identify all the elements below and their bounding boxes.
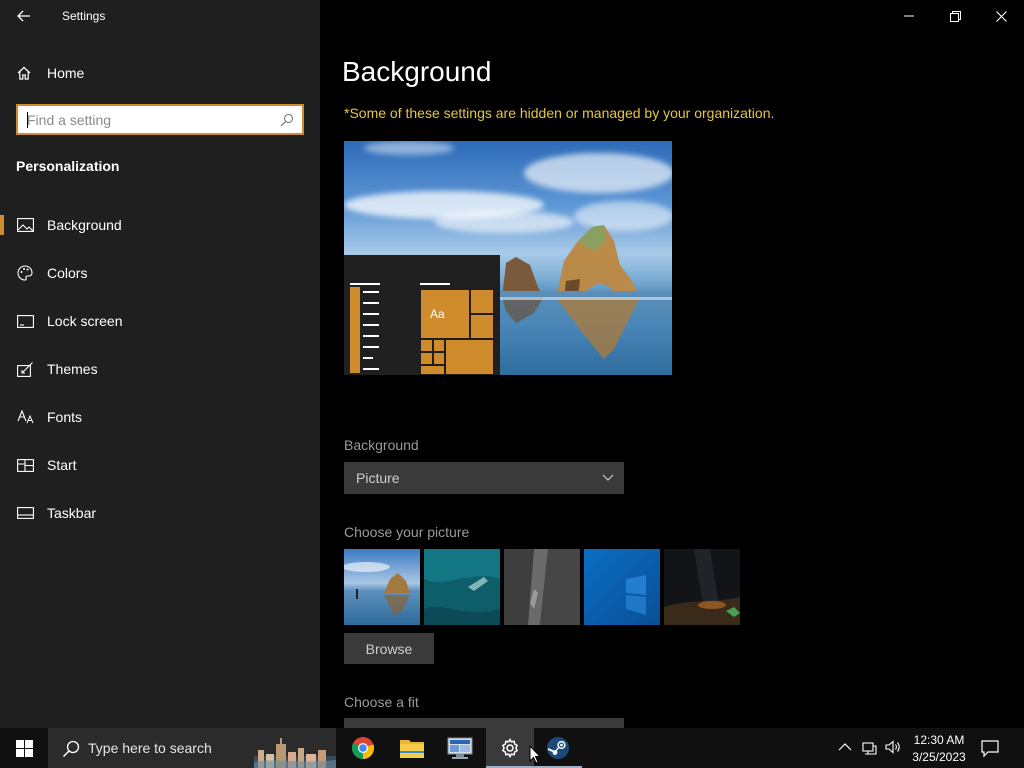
fonts-icon	[16, 409, 34, 425]
settings-icon	[501, 738, 519, 758]
sidebar-item-start[interactable]: Start	[0, 445, 320, 485]
remote-desktop-icon	[447, 737, 473, 759]
taskbar-settings[interactable]	[486, 728, 534, 768]
volume-control[interactable]	[884, 738, 902, 756]
sidebar-item-background[interactable]: Background	[0, 205, 320, 245]
restore-icon	[949, 10, 961, 22]
clock-time: 12:30 AM	[913, 733, 965, 747]
browse-button[interactable]: Browse	[344, 633, 434, 664]
sidebar-item-taskbar[interactable]: Taskbar	[0, 493, 320, 533]
sidebar-item-lock-screen[interactable]: Lock screen	[0, 301, 320, 341]
sidebar-item-label: Lock screen	[47, 313, 123, 329]
taskbar-steam[interactable]	[534, 728, 582, 768]
close-button[interactable]	[978, 0, 1024, 32]
back-arrow-icon	[17, 10, 30, 22]
settings-search[interactable]	[16, 104, 304, 135]
active-indicator	[0, 215, 4, 235]
sidebar-item-home[interactable]: Home	[16, 62, 84, 84]
notification-icon	[981, 740, 999, 758]
picture-thumbnail[interactable]	[344, 549, 420, 625]
background-type-select[interactable]: Picture	[344, 462, 624, 494]
volume-icon	[885, 740, 900, 754]
page-title: Background	[342, 56, 492, 87]
show-hidden-icons-button[interactable]	[838, 738, 852, 756]
chrome-icon	[351, 737, 375, 760]
action-center-button[interactable]	[980, 738, 1000, 763]
clock[interactable]: 12:30 AM 3/25/2023	[912, 732, 966, 766]
sidebar-item-label: Home	[47, 65, 85, 81]
file-explorer-icon	[400, 740, 424, 758]
search-icon	[62, 740, 80, 758]
picture-icon	[16, 217, 34, 233]
sidebar-item-themes[interactable]: Themes	[0, 349, 320, 389]
org-managed-notice: *Some of these settings are hidden or ma…	[344, 105, 775, 121]
sidebar-item-label: Fonts	[47, 409, 83, 425]
taskbar-chrome[interactable]	[339, 728, 387, 768]
sidebar-item-label: Start	[47, 457, 77, 473]
back-button[interactable]	[8, 4, 40, 28]
sidebar-item-colors[interactable]: Colors	[0, 253, 320, 293]
settings-window: Settings Home Personalization Background	[0, 0, 1024, 768]
start-icon	[16, 457, 34, 473]
chevron-down-icon	[602, 474, 614, 481]
taskbar-icon	[16, 505, 34, 521]
network-icon	[862, 742, 877, 755]
search-input[interactable]	[18, 106, 272, 133]
lock-screen-icon	[16, 313, 34, 329]
search-highlight-icon	[254, 738, 336, 768]
picture-thumbnail[interactable]	[504, 549, 580, 625]
close-icon	[995, 10, 1007, 22]
taskbar-remote-desktop[interactable]	[436, 728, 484, 768]
sidebar-item-label: Background	[47, 217, 122, 233]
minimize-icon	[904, 15, 914, 17]
fit-select[interactable]	[344, 718, 624, 728]
sidebar-item-label: Themes	[47, 361, 98, 377]
clock-date: 3/25/2023	[912, 750, 966, 764]
sidebar-item-label: Colors	[47, 265, 88, 281]
title-bar: Settings	[0, 0, 320, 32]
sidebar: Settings Home Personalization Background	[0, 0, 320, 728]
taskbar-file-explorer[interactable]	[388, 728, 436, 768]
chevron-up-icon	[838, 743, 852, 751]
search-icon[interactable]	[280, 113, 294, 127]
themes-icon	[16, 361, 34, 377]
taskbar-search[interactable]: Type here to search	[48, 728, 336, 768]
steam-icon	[547, 737, 569, 759]
section-title: Personalization	[16, 158, 120, 174]
minimize-button[interactable]	[886, 0, 932, 32]
main-content: Background *Some of these settings are h…	[320, 0, 1024, 728]
palette-icon	[16, 265, 34, 281]
background-type-value: Picture	[356, 470, 400, 486]
choose-fit-label: Choose a fit	[344, 694, 419, 710]
text-caret	[27, 112, 28, 128]
picture-thumbnail[interactable]	[424, 549, 500, 625]
restore-button[interactable]	[932, 0, 978, 32]
picture-thumbnail[interactable]	[584, 549, 660, 625]
preview-tile-text: Aa	[430, 307, 445, 321]
mouse-cursor-icon	[529, 745, 541, 764]
app-title: Settings	[62, 9, 106, 23]
taskbar: Type here to search 12:30 AM 3/25/2023	[0, 728, 1024, 768]
sidebar-item-label: Taskbar	[47, 505, 97, 521]
taskbar-search-text: Type here to search	[88, 740, 212, 756]
home-icon	[17, 66, 31, 80]
start-button[interactable]	[0, 728, 48, 768]
background-preview: Aa	[344, 141, 672, 375]
picture-thumbnail[interactable]	[664, 549, 740, 625]
background-type-label: Background	[344, 437, 419, 453]
windows-logo-icon	[15, 739, 33, 757]
network-status[interactable]	[862, 738, 880, 756]
sidebar-item-fonts[interactable]: Fonts	[0, 397, 320, 437]
choose-picture-label: Choose your picture	[344, 524, 470, 540]
